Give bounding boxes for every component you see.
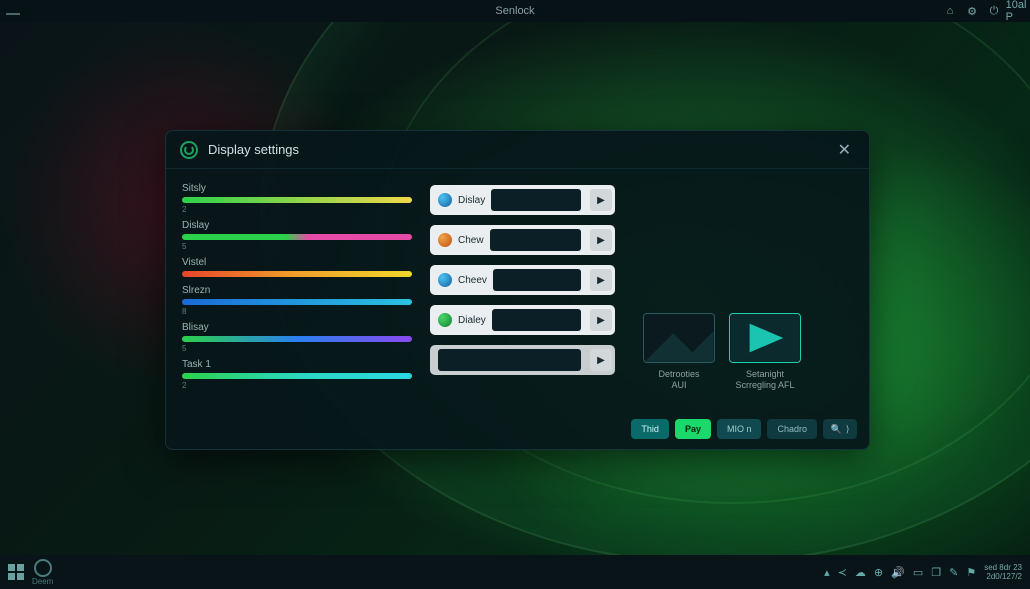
- slider-label: Vistel: [182, 257, 412, 268]
- dropdown-dialey[interactable]: Dialey ▶: [430, 305, 615, 335]
- slider-track[interactable]: [182, 373, 412, 379]
- previews-column: Detrooties AUI Setanight Scrregling AFL: [633, 183, 853, 409]
- slider-slrezn[interactable]: Slrezn 8: [182, 285, 412, 316]
- topbar-clock: 10al P: [1010, 5, 1022, 17]
- chevron-right-icon[interactable]: ▶: [590, 349, 612, 371]
- slider-value: 2: [182, 381, 412, 390]
- slider-blisay[interactable]: Blisay 5: [182, 322, 412, 353]
- chevron-right-icon[interactable]: ▶: [590, 229, 612, 251]
- tray-headset-icon[interactable]: ⊕: [874, 566, 883, 579]
- slider-task-1[interactable]: Task 1 2: [182, 359, 412, 390]
- preview-thumbnail[interactable]: [643, 313, 715, 363]
- circle-icon: [34, 559, 52, 577]
- slider-dislay[interactable]: Dislay 5: [182, 220, 412, 251]
- window-body: Sitsly 2 Dislay 5 Vistel Slrezn 8 Blisay: [166, 169, 869, 417]
- window-footer: Thid Pay MIO n Chadro 🔍 ⟩: [166, 417, 869, 449]
- slider-value: 5: [182, 344, 412, 353]
- display-settings-window: Display settings ✕ Sitsly 2 Dislay 5 Vis…: [165, 130, 870, 450]
- globe-icon: [438, 313, 452, 327]
- dropdown-label: Dislay: [458, 195, 485, 206]
- dropdown-label: Chew: [458, 235, 484, 246]
- dropdown-value[interactable]: [493, 269, 581, 291]
- tray-monitor-icon[interactable]: ▭: [913, 566, 923, 579]
- preview-setanight[interactable]: Setanight Scrregling AFL: [729, 313, 801, 391]
- globe-icon: [438, 233, 452, 247]
- globe-icon: [438, 273, 452, 287]
- dropdown-value[interactable]: [491, 189, 581, 211]
- chevron-right-icon[interactable]: ▶: [590, 189, 612, 211]
- slider-vistel[interactable]: Vistel: [182, 257, 412, 279]
- slider-track[interactable]: [182, 271, 412, 277]
- chevron-right-icon[interactable]: ▶: [590, 269, 612, 291]
- slider-value: 8: [182, 307, 412, 316]
- tray-share-icon[interactable]: ≺: [838, 566, 847, 579]
- slider-value: 2: [182, 205, 412, 214]
- preview-detrooties[interactable]: Detrooties AUI: [643, 313, 715, 391]
- sliders-column: Sitsly 2 Dislay 5 Vistel Slrezn 8 Blisay: [182, 183, 412, 409]
- slider-label: Slrezn: [182, 285, 412, 296]
- tray-settings-icon[interactable]: ⚙: [966, 5, 978, 17]
- dropdown-label: Dialey: [458, 315, 486, 326]
- footer-button-mio[interactable]: MIO n: [717, 419, 762, 439]
- dropdown-value[interactable]: [490, 229, 581, 251]
- taskbar-clock[interactable]: sed 8dr 23 2d0/127/2: [984, 563, 1022, 581]
- tray-power-icon[interactable]: ⏻: [988, 5, 1000, 17]
- dropdown-chew[interactable]: Chew ▶: [430, 225, 615, 255]
- tray-app-icon[interactable]: ⌂: [944, 5, 956, 17]
- slider-sitsly[interactable]: Sitsly 2: [182, 183, 412, 214]
- chevron-right-icon[interactable]: ▶: [590, 309, 612, 331]
- slider-label: Sitsly: [182, 183, 412, 194]
- footer-button-pay[interactable]: Pay: [675, 419, 711, 439]
- tray-pen-icon[interactable]: ✎: [949, 566, 958, 579]
- tray-up-icon[interactable]: ▴: [824, 566, 830, 579]
- globe-icon: [438, 193, 452, 207]
- slider-label: Blisay: [182, 322, 412, 333]
- close-button[interactable]: ✕: [834, 136, 855, 164]
- window-title: Display settings: [208, 142, 299, 157]
- preview-label: Detrooties AUI: [658, 369, 699, 391]
- dropdown-label: Cheev: [458, 275, 487, 286]
- slider-label: Task 1: [182, 359, 412, 370]
- tray-cloud-icon[interactable]: ☁: [855, 566, 866, 579]
- dropdown-value[interactable]: [492, 309, 581, 331]
- slider-track[interactable]: [182, 336, 412, 342]
- start-button[interactable]: [8, 564, 24, 580]
- slider-track[interactable]: [182, 197, 412, 203]
- slider-track[interactable]: [182, 299, 412, 305]
- dropdown-cheev[interactable]: Cheev ▶: [430, 265, 615, 295]
- preview-thumbnail[interactable]: [729, 313, 801, 363]
- window-titlebar[interactable]: Display settings ✕: [166, 131, 869, 169]
- dropdown-value[interactable]: [438, 349, 581, 371]
- tray-overlay-icon[interactable]: ❐: [931, 566, 941, 579]
- dropdowns-column: Dislay ▶ Chew ▶ Cheev ▶ Dialey ▶: [430, 183, 615, 409]
- tray-flag-icon[interactable]: ⚑: [966, 566, 976, 579]
- tray-volume-icon[interactable]: 🔊: [891, 566, 905, 579]
- preview-label: Setanight Scrregling AFL: [735, 369, 794, 391]
- slider-value: 5: [182, 242, 412, 251]
- dropdown-empty[interactable]: ▶: [430, 345, 615, 375]
- taskbar: Deem ▴ ≺ ☁ ⊕ 🔊 ▭ ❐ ✎ ⚑ sed 8dr 23 2d0/12…: [0, 555, 1030, 589]
- topbar-title: Senlock: [495, 5, 534, 17]
- dropdown-dislay[interactable]: Dislay ▶: [430, 185, 615, 215]
- footer-search-button[interactable]: 🔍 ⟩: [823, 419, 857, 439]
- menu-icon[interactable]: [6, 7, 20, 15]
- app-logo-icon: [180, 141, 198, 159]
- slider-label: Dislay: [182, 220, 412, 231]
- system-topbar: Senlock ⌂ ⚙ ⏻ 10al P: [0, 0, 1030, 22]
- footer-button-thid[interactable]: Thid: [631, 419, 669, 439]
- system-tray: ▴ ≺ ☁ ⊕ 🔊 ▭ ❐ ✎ ⚑ sed 8dr 23 2d0/127/2: [824, 563, 1022, 581]
- slider-track[interactable]: [182, 234, 412, 240]
- task-circle-button[interactable]: Deem: [32, 559, 53, 586]
- footer-button-chadro[interactable]: Chadro: [767, 419, 817, 439]
